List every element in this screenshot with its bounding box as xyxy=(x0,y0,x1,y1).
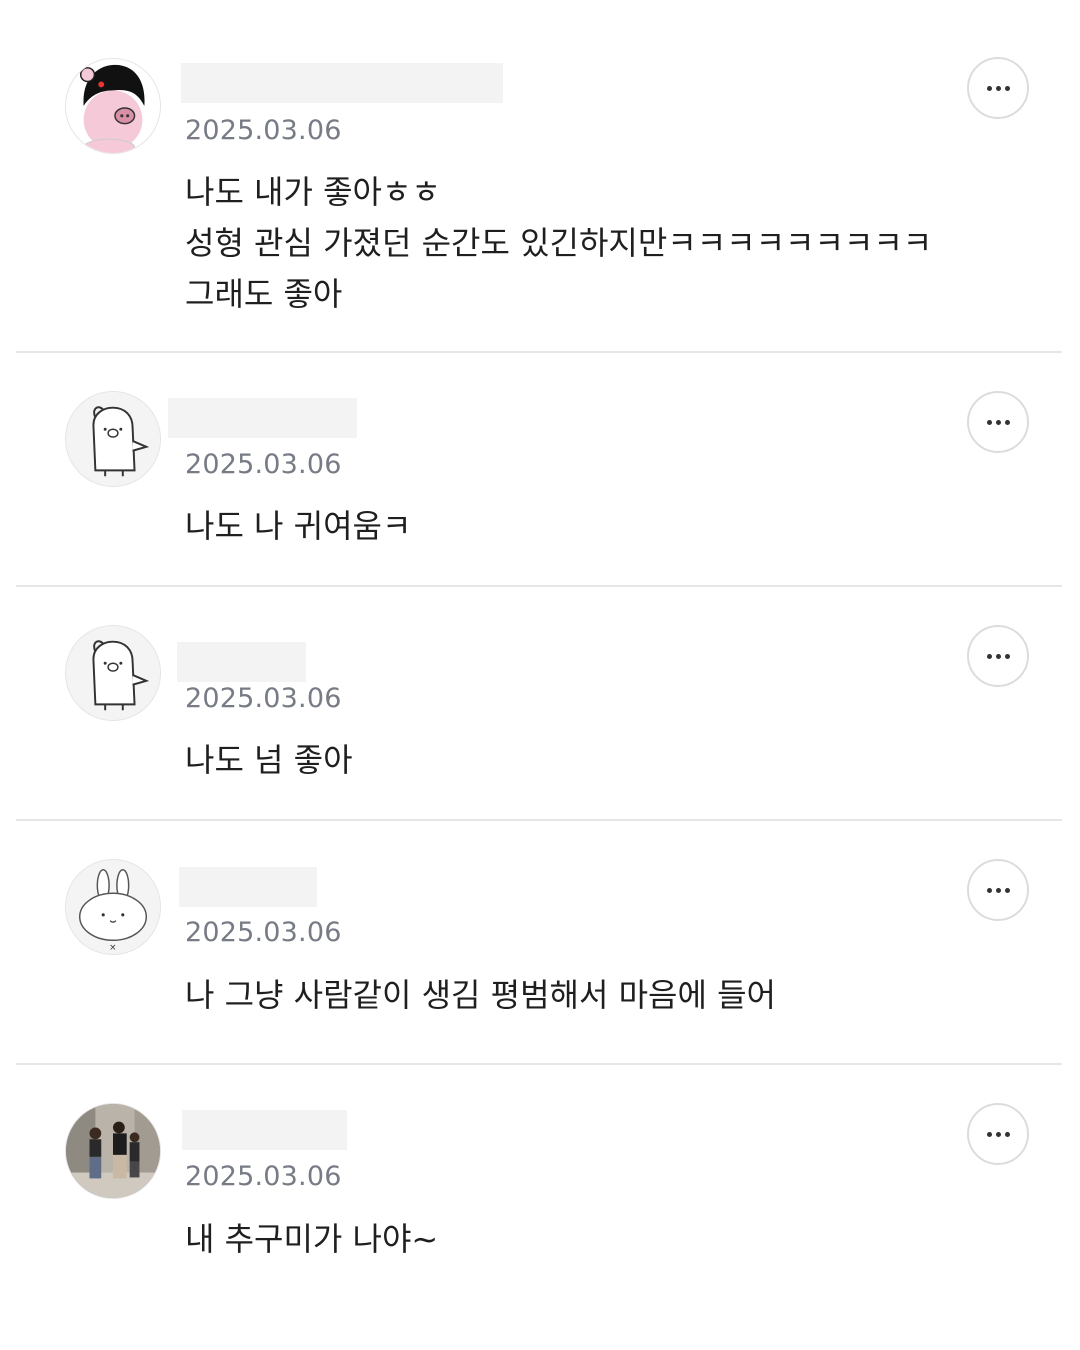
divider xyxy=(16,351,1062,353)
divider xyxy=(16,1063,1062,1065)
more-options-icon-dot xyxy=(1004,1131,1010,1137)
more-options-button[interactable] xyxy=(967,391,1029,453)
avatar[interactable] xyxy=(65,625,161,721)
more-options-icon xyxy=(986,419,992,425)
avatar[interactable] xyxy=(65,1103,161,1199)
more-options-icon-dot xyxy=(995,85,1001,91)
svg-text:×: × xyxy=(109,943,116,953)
photo-people-avatar-icon xyxy=(66,1104,160,1198)
more-options-icon-dot xyxy=(995,419,1001,425)
more-options-icon-dot xyxy=(995,653,1001,659)
comment-text: 나 그냥 사람같이 생김 평범해서 마음에 들어 xyxy=(185,976,776,1014)
comment-date: 2025.03.06 xyxy=(185,115,342,146)
comment-text: 나도 내가 좋아ㅎㅎ 성형 관심 가졌던 순간도 있긴하지만ㅋㅋㅋㅋㅋㅋㅋㅋㅋ … xyxy=(185,173,933,313)
avatar[interactable] xyxy=(65,391,161,487)
bunny-character-icon: × xyxy=(66,860,160,954)
divider xyxy=(16,585,1062,587)
more-options-icon-dot xyxy=(995,887,1001,893)
comment-text: 나도 넘 좋아 xyxy=(185,741,353,779)
comment-date: 2025.03.06 xyxy=(185,917,342,948)
more-options-button[interactable] xyxy=(967,625,1029,687)
username-blurred[interactable] xyxy=(182,1110,347,1150)
more-options-icon-dot xyxy=(1004,85,1010,91)
more-options-button[interactable] xyxy=(967,57,1029,119)
username-blurred[interactable] xyxy=(179,867,317,907)
username-blurred[interactable] xyxy=(177,642,306,682)
more-options-icon-dot xyxy=(1004,419,1010,425)
comment-date: 2025.03.06 xyxy=(185,683,342,714)
comment-date: 2025.03.06 xyxy=(185,1161,342,1192)
comment-text: 내 추구미가 나야~ xyxy=(185,1220,439,1258)
avatar[interactable]: × xyxy=(65,859,161,955)
more-options-icon-dot xyxy=(1004,653,1010,659)
girl-pig-character-icon xyxy=(66,59,160,153)
pig-character-outline-icon xyxy=(66,626,160,720)
pig-character-outline-icon xyxy=(66,392,160,486)
more-options-button[interactable] xyxy=(967,1103,1029,1165)
more-options-icon xyxy=(986,887,992,893)
username-blurred[interactable] xyxy=(168,398,357,438)
more-options-icon-dot xyxy=(1004,887,1010,893)
divider xyxy=(16,819,1062,821)
comment-text: 나도 나 귀여움ㅋ xyxy=(185,507,412,545)
username-blurred[interactable] xyxy=(181,63,503,103)
more-options-icon-dot xyxy=(995,1131,1001,1137)
more-options-button[interactable] xyxy=(967,859,1029,921)
comment-date: 2025.03.06 xyxy=(185,449,342,480)
more-options-icon xyxy=(986,653,992,659)
more-options-icon xyxy=(986,1131,992,1137)
avatar[interactable] xyxy=(65,58,161,154)
more-options-icon xyxy=(986,85,992,91)
